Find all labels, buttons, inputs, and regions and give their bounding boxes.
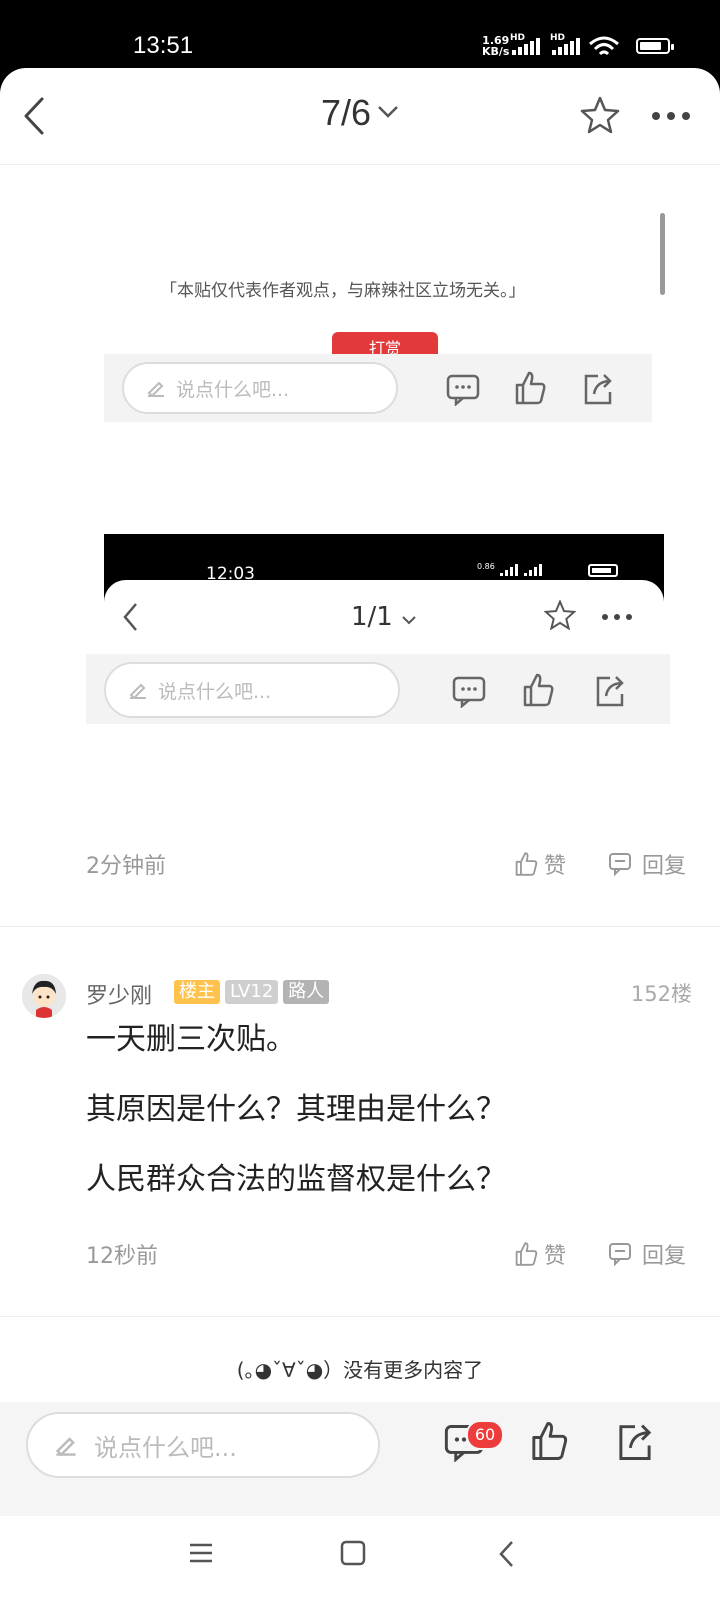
like-button[interactable]: 赞: [514, 848, 566, 880]
role-badge: 路人: [283, 980, 330, 1004]
embedded-page-selector: 1/1: [104, 602, 664, 632]
signal-icon-1: [512, 38, 540, 55]
comment-icon: [446, 374, 480, 406]
thumbs-up-icon: [515, 1242, 538, 1266]
scroll-indicator: [660, 213, 665, 295]
divider: [0, 926, 720, 927]
share-icon[interactable]: [616, 1422, 654, 1462]
avatar[interactable]: [22, 974, 66, 1018]
embedded-chevron-down-icon: [402, 616, 416, 625]
post-time: 2分钟前: [86, 854, 166, 879]
embedded-battery-icon: [588, 564, 618, 577]
bottom-comment-bar: 说点什么吧... 60: [0, 1402, 720, 1516]
thumbs-up-icon: [515, 371, 546, 405]
embedded-signal-icon: [500, 564, 518, 576]
pencil-icon: [129, 683, 146, 699]
pencil-icon: [147, 381, 164, 397]
embedded-top-bar-2: 1/1: [104, 580, 664, 662]
post-meta: 2分钟前 赞 回复: [0, 848, 720, 888]
wifi-icon: [589, 36, 619, 56]
top-bar: 7/6: [0, 68, 720, 165]
reply-button[interactable]: 回复: [608, 848, 686, 880]
author-badges: 楼主 LV12 路人: [174, 980, 330, 1004]
thumbs-up-icon: [523, 673, 554, 707]
network-speed: 1.69 KB/s: [482, 34, 510, 58]
comment-input[interactable]: 说点什么吧...: [26, 1412, 380, 1478]
owner-badge: 楼主: [174, 980, 220, 1004]
embedded-signal-icon-2: [524, 564, 542, 576]
reply-button[interactable]: 回复: [608, 1238, 686, 1270]
app-screen: 7/6 「本贴仅代表作者观点，与麻辣社区立场无关。」 打赏 说点什么吧... 1…: [0, 68, 720, 1516]
share-icon: [584, 374, 612, 405]
embedded-star-icon: [544, 600, 576, 630]
comment-count-badge: 60: [466, 1420, 504, 1450]
comment-line: 其原因是什么？其理由是什么？: [86, 1092, 506, 1127]
comment-meta: 12秒前 赞 回复: [0, 1238, 720, 1278]
nav-back-icon[interactable]: [498, 1540, 514, 1568]
comment-line: 一天删三次贴。: [86, 1022, 296, 1057]
comment-author[interactable]: 罗少刚: [86, 978, 152, 1010]
thumbs-up-icon[interactable]: [530, 1420, 568, 1462]
system-nav-bar: [0, 1516, 720, 1600]
divider: [0, 1316, 720, 1317]
home-icon[interactable]: [340, 1540, 366, 1566]
signal-icon-2: [552, 38, 580, 55]
share-icon: [596, 676, 624, 707]
pencil-icon: [55, 1437, 76, 1456]
level-badge: LV12: [225, 980, 279, 1004]
status-time: 13:51: [133, 32, 194, 59]
embedded-more-icon: [602, 614, 632, 620]
embedded-input-2: 说点什么吧...: [104, 662, 400, 718]
embedded-net-speed: 0.86: [477, 562, 495, 571]
battery-icon: [636, 38, 674, 54]
menu-icon[interactable]: [188, 1542, 214, 1564]
reply-icon: [609, 1243, 631, 1266]
more-icon[interactable]: [652, 112, 690, 120]
status-bar: 13:51 1.69 KB/s HD HD: [0, 0, 720, 70]
page-indicator: 7/6: [320, 92, 372, 133]
like-button[interactable]: 赞: [514, 1238, 566, 1270]
comment-time: 12秒前: [86, 1244, 158, 1269]
reply-icon: [609, 853, 631, 876]
comment-icon: [452, 676, 486, 708]
end-of-list-message: (｡◕ˇ∀ˇ◕）没有更多内容了: [236, 1358, 484, 1382]
chevron-down-icon: [378, 106, 398, 119]
embedded-input-1: 说点什么吧...: [122, 362, 398, 414]
thumbs-up-icon: [515, 852, 538, 876]
disclaimer-text: 「本贴仅代表作者观点，与麻辣社区立场无关。」: [160, 281, 526, 301]
favorite-star-icon[interactable]: [580, 96, 620, 134]
floor-number: 152楼: [630, 982, 692, 1006]
comment-line: 人民群众合法的监督权是什么？: [86, 1162, 506, 1197]
